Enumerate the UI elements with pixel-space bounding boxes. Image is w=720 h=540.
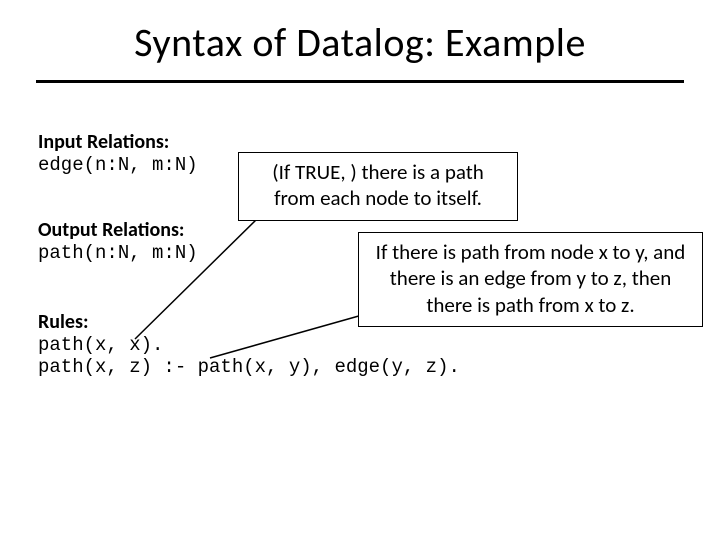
callout-self-path: (If TRUE, ) there is a path from each no… (238, 152, 518, 221)
output-code: path(n:N, m:N) (38, 242, 198, 264)
slide: Syntax of Datalog: Example Input Relatio… (0, 0, 720, 540)
output-heading: Output Relations: (38, 218, 198, 242)
input-heading: Input Relations: (38, 130, 198, 154)
input-relations-block: Input Relations: edge(n:N, m:N) (38, 130, 198, 176)
callout-transitive: If there is path from node x to y, and t… (358, 232, 703, 327)
slide-title: Syntax of Datalog: Example (0, 18, 720, 67)
title-underline (36, 80, 684, 83)
output-relations-block: Output Relations: path(n:N, m:N) (38, 218, 198, 264)
rules-code: path(x, x). path(x, z) :- path(x, y), ed… (38, 334, 460, 378)
input-code: edge(n:N, m:N) (38, 154, 198, 176)
